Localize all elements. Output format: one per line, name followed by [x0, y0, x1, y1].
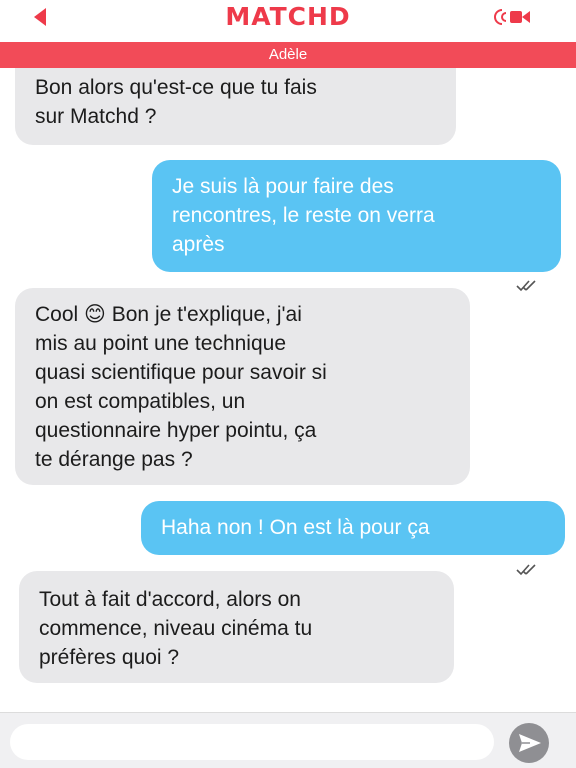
video-call-button[interactable]	[492, 6, 532, 28]
message-text: Haha non ! On est là pour ça	[161, 516, 430, 539]
contact-name: Adèle	[268, 46, 308, 63]
read-receipt-icon	[516, 280, 536, 292]
message-bubble-received: Tout à fait d'accord, alors on commence,…	[19, 571, 454, 683]
message-bubble-sent: Je suis là pour faire des rencontres, le…	[152, 160, 561, 272]
message-list[interactable]: Bon alors qu'est-ce que tu fais sur Matc…	[0, 68, 576, 712]
message-text: Tout à fait d'accord, alors on commence,…	[39, 588, 313, 669]
send-button[interactable]	[509, 723, 549, 763]
read-receipt-icon	[516, 564, 536, 576]
message-bubble-received: Cool 😊 Bon je t'explique, j'ai mis au po…	[15, 288, 470, 485]
logo-text: MATCHD	[225, 2, 351, 31]
message-text: Bon alors qu'est-ce que tu fais sur Matc…	[35, 76, 317, 128]
message-input[interactable]	[10, 724, 494, 760]
message-text: Cool 😊 Bon je t'explique, j'ai mis au po…	[35, 303, 327, 471]
message-text: Je suis là pour faire des rencontres, le…	[172, 175, 435, 256]
top-bar: MATCHD	[0, 0, 576, 42]
message-bubble-received: Bon alors qu'est-ce que tu fais sur Matc…	[15, 68, 456, 145]
message-composer	[0, 712, 576, 768]
message-bubble-sent: Haha non ! On est là pour ça	[141, 501, 565, 555]
video-call-icon	[494, 9, 530, 25]
app-logo: MATCHD	[0, 2, 576, 31]
send-icon	[519, 734, 541, 752]
contact-name-bar: Adèle	[0, 42, 576, 68]
